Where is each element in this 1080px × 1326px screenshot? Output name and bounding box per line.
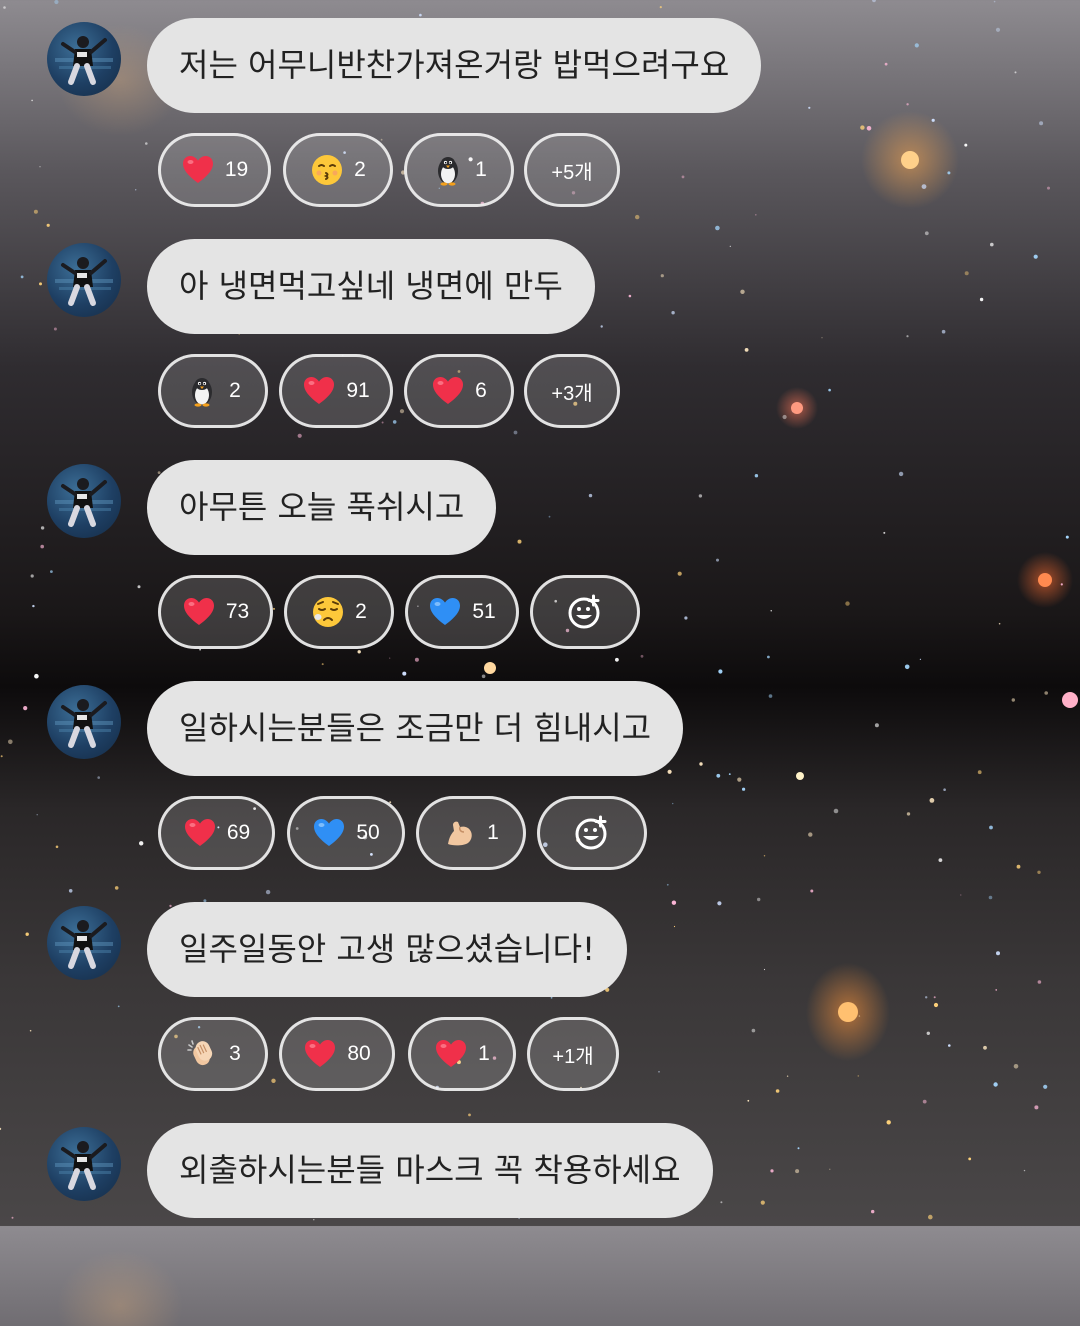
heart-icon (434, 1037, 468, 1071)
reaction-count: 73 (225, 600, 250, 623)
reaction-count: 2 (229, 379, 241, 402)
chat-message: 외출하시는분들 마스크 꼭 착용하세요 (0, 1105, 1080, 1326)
heart-icon (303, 1037, 337, 1071)
add-reaction-icon (572, 813, 612, 853)
heart-icon (181, 153, 215, 187)
message-bubble[interactable]: 일하시는분들은 조금만 더 힘내시고 (147, 681, 684, 776)
avatar-image (55, 1141, 113, 1190)
heart-icon (183, 816, 217, 850)
reaction-count: 6 (475, 379, 487, 402)
reaction-chip-heart[interactable]: 6 (404, 354, 514, 428)
message-bubble[interactable]: 아 냉면먹고싶네 냉면에 만두 (147, 239, 595, 334)
penguin-icon (185, 374, 219, 408)
reaction-count: 2 (354, 158, 366, 181)
heart-icon (431, 374, 465, 408)
reaction-count: 50 (356, 821, 380, 844)
message-bubble[interactable]: 외출하시는분들 마스크 꼭 착용하세요 (147, 1123, 713, 1218)
more-reactions-label: +5개 (551, 161, 593, 184)
reaction-count: 91 (346, 379, 370, 402)
chat-message: 아무튼 오늘 푹쉬시고 73 2 51 (0, 442, 1080, 663)
heart-icon (302, 374, 336, 408)
avatar[interactable] (47, 464, 121, 538)
message-bubble[interactable]: 일주일동안 고생 많으셨습니다! (147, 902, 627, 997)
reaction-chip-heart[interactable]: 91 (279, 354, 393, 428)
add-reaction-button[interactable] (537, 796, 647, 870)
reaction-chip-kissing-face[interactable]: 2 (283, 133, 393, 207)
reaction-chip-heart[interactable]: 80 (279, 1017, 395, 1091)
more-reactions-label: +3개 (551, 382, 593, 405)
reaction-chip-blue-heart[interactable]: 50 (287, 796, 405, 870)
reaction-count: 51 (472, 600, 496, 623)
reaction-count: 19 (224, 158, 249, 181)
avatar[interactable] (47, 1127, 121, 1201)
chat-message: 저는 어무니반찬가져온거랑 밥먹으려구요 19 2 1 +5개 (0, 0, 1080, 221)
chat-message: 일주일동안 고생 많으셨습니다! 3 80 1 +1개 (0, 884, 1080, 1105)
reaction-chip-clapping-hands[interactable]: 3 (158, 1017, 268, 1091)
message-bubble[interactable]: 아무튼 오늘 푹쉬시고 (147, 460, 497, 555)
reaction-count: 2 (355, 600, 367, 623)
avatar-image (55, 257, 113, 306)
avatar-image (55, 920, 113, 969)
avatar[interactable] (47, 685, 121, 759)
more-reactions-button[interactable]: +3개 (524, 354, 620, 428)
reaction-chip-heart[interactable]: 19 (158, 133, 271, 207)
flexed-biceps-icon (443, 816, 477, 850)
sleepy-face-icon (311, 595, 345, 629)
avatar[interactable] (47, 22, 121, 96)
reaction-chip-penguin[interactable]: 2 (158, 354, 268, 428)
add-reaction-icon (565, 592, 605, 632)
add-reaction-button[interactable] (530, 575, 640, 649)
avatar-image (55, 36, 113, 85)
avatar-image (55, 478, 113, 527)
kissing-face-icon (310, 153, 344, 187)
reaction-chip-penguin[interactable]: 1 (404, 133, 514, 207)
reaction-chip-sleepy-face[interactable]: 2 (284, 575, 394, 649)
reaction-count: 3 (229, 1042, 241, 1065)
reaction-chip-heart[interactable]: 1 (408, 1017, 516, 1091)
chat-message: 아 냉면먹고싶네 냉면에 만두 2 91 6 +3개 (0, 221, 1080, 442)
heart-icon (182, 595, 216, 629)
blue-heart-icon (428, 595, 462, 629)
blue-heart-icon (312, 816, 346, 850)
chat-message: 일하시는분들은 조금만 더 힘내시고 69 50 1 (0, 663, 1080, 884)
more-reactions-label: +1개 (552, 1045, 594, 1068)
message-bubble[interactable]: 저는 어무니반찬가져온거랑 밥먹으려구요 (147, 18, 762, 113)
penguin-icon (431, 153, 465, 187)
avatar[interactable] (47, 906, 121, 980)
avatar-image (55, 699, 113, 748)
reaction-count: 1 (475, 158, 487, 181)
reaction-chip-heart[interactable]: 69 (158, 796, 275, 870)
reaction-count: 80 (347, 1042, 371, 1065)
more-reactions-button[interactable]: +5개 (524, 133, 620, 207)
reaction-count: 69 (226, 821, 251, 844)
clapping-hands-icon (185, 1037, 219, 1071)
reaction-chip-flexed-biceps[interactable]: 1 (416, 796, 526, 870)
avatar[interactable] (47, 243, 121, 317)
more-reactions-button[interactable]: +1개 (527, 1017, 619, 1091)
reaction-count: 1 (487, 821, 499, 844)
reaction-count: 1 (478, 1042, 490, 1065)
reaction-chip-heart[interactable]: 73 (158, 575, 273, 649)
reaction-chip-blue-heart[interactable]: 51 (405, 575, 519, 649)
